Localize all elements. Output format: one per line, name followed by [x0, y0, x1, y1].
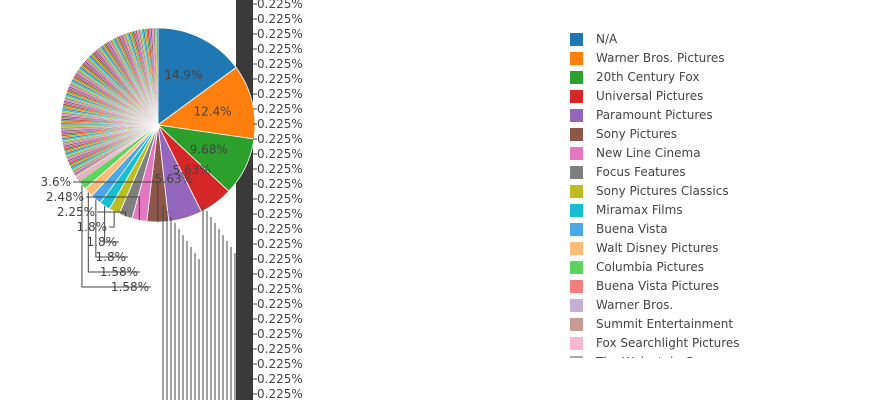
legend-label: Warner Bros. Pictures [596, 51, 725, 65]
small-slice-label: 0.225% [257, 12, 303, 26]
small-slice-label: 0.225% [257, 102, 303, 116]
small-slice-label: 0.225% [257, 237, 303, 251]
small-slice-label: 0.225% [257, 57, 303, 71]
small-slice-label: 0.225% [257, 177, 303, 191]
legend-swatch [570, 204, 583, 217]
legend-item[interactable]: 20th Century Fox [560, 68, 860, 87]
legend-label: New Line Cinema [596, 146, 701, 160]
small-slice-label: 0.225% [257, 327, 303, 341]
small-slice-label: 0.225% [257, 117, 303, 131]
slice-percent-label: 1.58% [111, 280, 149, 294]
legend-swatch [570, 71, 583, 84]
slice-percent-label: 1.58% [100, 265, 138, 279]
legend-label: The Weinstein Company [596, 353, 742, 358]
small-slice-label: 0.225% [257, 0, 303, 11]
legend-swatch [570, 90, 583, 103]
small-slice-label: 0.225% [257, 27, 303, 41]
slice-percent-label: 5.63% [155, 172, 193, 186]
legend-swatch [570, 337, 583, 350]
slice-percent-label: 14.9% [164, 68, 202, 82]
slice-percent-label: 2.48% [46, 190, 84, 204]
legend-item[interactable]: Sony Pictures Classics [560, 182, 860, 201]
small-slice-label: 0.225% [257, 132, 303, 146]
slice-percent-label: 12.4% [194, 104, 232, 118]
small-slice-label: 0.225% [257, 42, 303, 56]
slice-percent-label: 1.8% [96, 250, 127, 264]
small-slice-label: 0.225% [257, 207, 303, 221]
legend-swatch [570, 318, 583, 331]
legend-label: Columbia Pictures [596, 260, 704, 274]
legend-swatch [570, 223, 583, 236]
legend-item[interactable]: Universal Pictures [560, 87, 860, 106]
legend-label: Summit Entertainment [596, 317, 734, 331]
legend-swatch [570, 280, 583, 293]
legend-label: N/A [596, 32, 618, 46]
legend-label: Focus Features [596, 165, 686, 179]
leader-band [236, 0, 253, 400]
legend-label: Walt Disney Pictures [596, 241, 719, 255]
small-slice-label: 0.225% [257, 72, 303, 86]
small-slice-label: 0.225% [257, 87, 303, 101]
slice-percent-label: 1.8% [77, 220, 108, 234]
slice-percent-label: 9.68% [190, 142, 228, 156]
legend-swatch [570, 299, 583, 312]
small-slice-label: 0.225% [257, 222, 303, 236]
legend-item[interactable]: Sony Pictures [560, 125, 860, 144]
legend-item[interactable]: Paramount Pictures [560, 106, 860, 125]
legend-swatch [570, 52, 583, 65]
legend: N/A Warner Bros. Pictures 20th Century Fox… [560, 30, 860, 358]
pie-chart: 14.9% 12.4% 9.68% 5.63% 5.63% 3.6% 2.48% 2.25% 1… [0, 0, 880, 401]
legend-swatch [570, 185, 583, 198]
legend-item[interactable]: Buena Vista [560, 220, 860, 239]
small-slice-label: 0.225% [257, 147, 303, 161]
legend-item[interactable]: Warner Bros. Pictures [560, 49, 860, 68]
legend-label: 20th Century Fox [596, 70, 700, 84]
legend-item[interactable]: Buena Vista Pictures [560, 277, 860, 296]
leader-line [109, 211, 115, 228]
small-slice-label: 0.225% [257, 372, 303, 386]
legend-swatch [570, 242, 583, 255]
legend-item[interactable]: Fox Searchlight Pictures [560, 334, 860, 353]
legend-item[interactable]: Miramax Films [560, 201, 860, 220]
small-slice-label: 0.225% [257, 162, 303, 176]
slice-percent-label: 2.25% [57, 205, 95, 219]
small-slice-label: 0.225% [257, 252, 303, 266]
legend-label: Buena Vista [596, 222, 668, 236]
legend-item[interactable]: Summit Entertainment [560, 315, 860, 334]
small-slice-label: 0.225% [257, 312, 303, 326]
legend-swatch [570, 166, 583, 179]
legend-item[interactable]: N/A [560, 30, 860, 49]
legend-item[interactable]: New Line Cinema [560, 144, 860, 163]
slice-percent-label: 3.6% [41, 175, 72, 189]
small-slice-label: 0.225% [257, 282, 303, 296]
legend-swatch [570, 261, 583, 274]
legend-swatch [570, 128, 583, 141]
legend-label: Sony Pictures [596, 127, 677, 141]
small-slice-label: 0.225% [257, 267, 303, 281]
small-slice-label: 0.225% [257, 357, 303, 371]
legend-label: Buena Vista Pictures [596, 279, 719, 293]
legend-item[interactable]: Warner Bros. [560, 296, 860, 315]
legend-item[interactable]: Columbia Pictures [560, 258, 860, 277]
legend-item[interactable]: The Weinstein Company [560, 353, 860, 358]
legend-label: Fox Searchlight Pictures [596, 336, 740, 350]
legend-item[interactable]: Walt Disney Pictures [560, 239, 860, 258]
small-slice-label: 0.225% [257, 342, 303, 356]
legend-label: Sony Pictures Classics [596, 184, 729, 198]
slice-percent-label: 1.8% [87, 235, 118, 249]
legend-swatch [570, 33, 583, 46]
small-slice-label: 0.225% [257, 192, 303, 206]
legend-swatch [570, 109, 583, 122]
legend-label: Paramount Pictures [596, 108, 713, 122]
legend-label: Miramax Films [596, 203, 683, 217]
legend-label: Universal Pictures [596, 89, 704, 103]
legend-label: Warner Bros. [596, 298, 674, 312]
legend-item[interactable]: Focus Features [560, 163, 860, 182]
legend-swatch [570, 356, 583, 358]
legend-swatch [570, 147, 583, 160]
small-slice-label: 0.225% [257, 297, 303, 311]
small-slice-label: 0.225% [257, 387, 303, 400]
